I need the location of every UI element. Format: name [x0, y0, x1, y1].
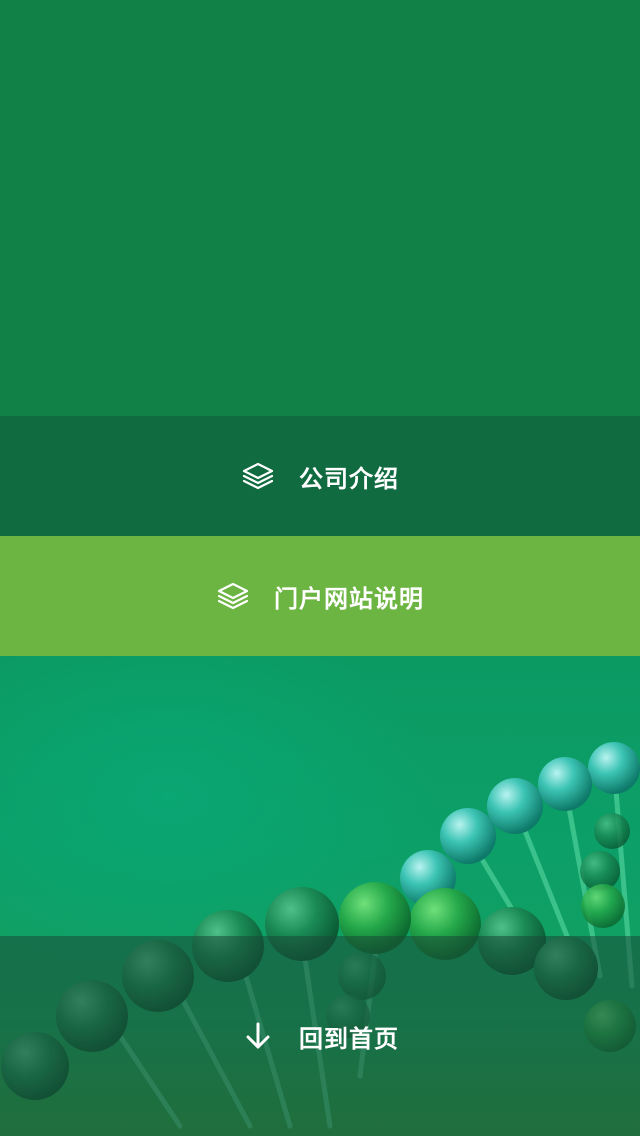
menu-item-portal-description[interactable]: 门户网站说明	[0, 536, 640, 656]
screen: 公司介绍 门户网站说明 回到首页	[0, 0, 640, 1136]
layers-icon	[216, 581, 250, 611]
back-to-home-button[interactable]: 回到首页	[0, 976, 640, 1096]
arrow-down-icon	[241, 1019, 275, 1053]
menu-item-label: 门户网站说明	[274, 584, 424, 613]
layers-icon	[241, 461, 275, 491]
back-to-home-label: 回到首页	[299, 1024, 399, 1053]
menu-item-company-intro[interactable]: 公司介绍	[0, 416, 640, 536]
menu-item-label: 公司介绍	[299, 464, 399, 493]
